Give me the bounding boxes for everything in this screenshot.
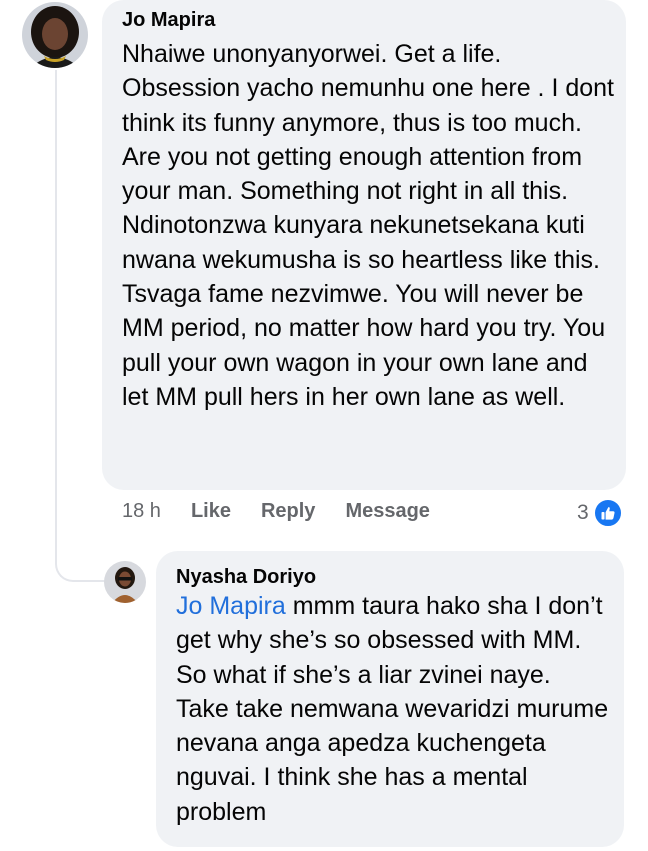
comment-author-name[interactable]: Jo Mapira [122, 9, 616, 32]
reply-connector-curve [55, 540, 105, 582]
thumbs-up-icon [592, 498, 623, 528]
reply-text: Jo Mapira mmm taura hako sha I don’t get… [176, 589, 610, 829]
reply-bubble: Nyasha Doriyo Jo Mapira mmm taura hako s… [156, 551, 624, 847]
comment-bubble: Jo Mapira Nhaiwe unonyanyorwei. Get a li… [102, 0, 626, 490]
comment-actions: 18 h Like Reply Message [122, 500, 460, 523]
reply-button[interactable]: Reply [261, 500, 315, 523]
mention-link[interactable]: Jo Mapira [176, 592, 286, 620]
comment-timestamp[interactable]: 18 h [122, 500, 161, 523]
replier-avatar[interactable] [104, 561, 146, 603]
comment-text: Nhaiwe unonyanyorwei. Get a life. Obsess… [122, 40, 614, 411]
reply-author-name[interactable]: Nyasha Doriyo [176, 566, 610, 589]
reply-body-text: mmm taura hako sha I don’t get why she’s… [176, 592, 609, 826]
commenter-avatar[interactable] [22, 2, 88, 68]
message-button[interactable]: Message [345, 500, 430, 523]
reaction-count: 3 [577, 501, 589, 524]
thread-connector-line [55, 70, 57, 560]
reaction-summary[interactable]: 3 [577, 498, 623, 528]
like-button[interactable]: Like [191, 500, 231, 523]
